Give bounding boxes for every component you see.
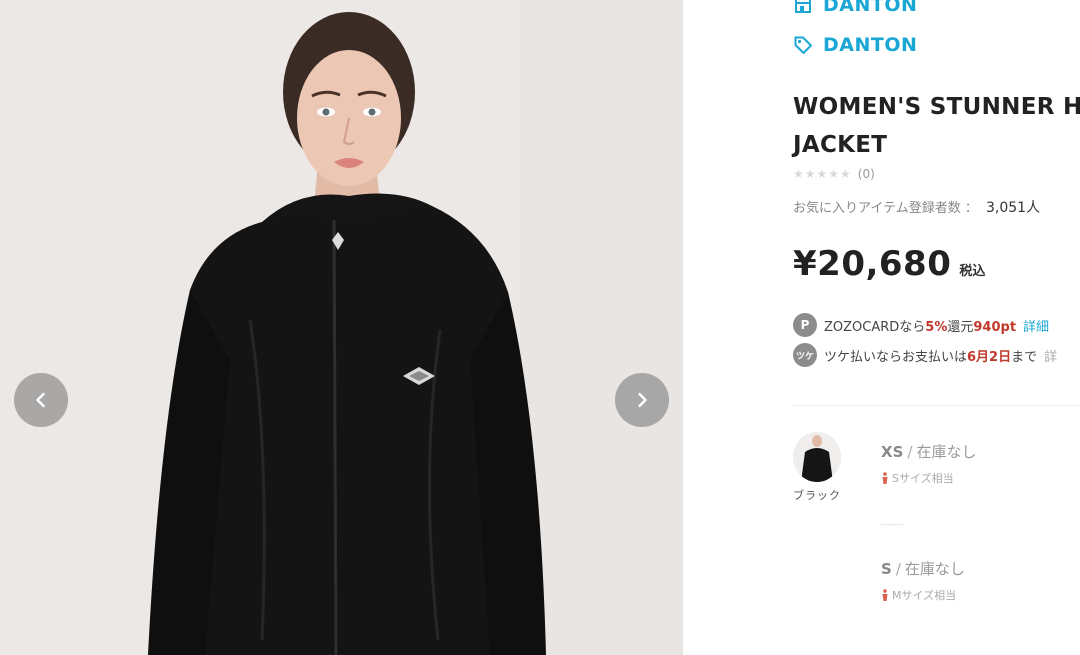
zozocard-promo: P ZOZOCARDなら5%還元940pt 詳細 xyxy=(793,313,1049,337)
tsuke-pay-icon: ツケ xyxy=(793,343,817,367)
size-code: XS xyxy=(881,443,904,461)
product-info-panel: DANTON DANTON WOMEN'S STUNNER HOODED JAC… xyxy=(683,0,1080,655)
price-value: ¥20,680 xyxy=(793,244,952,284)
product-title: WOMEN'S STUNNER HOODED JACKET xyxy=(793,88,1080,164)
tsuke-text: ツケ払いならお支払いは6月2日まで xyxy=(824,349,1038,365)
product-photo xyxy=(0,0,683,655)
star-rating-icon: ★★★★★ xyxy=(793,167,852,181)
size-code: S xyxy=(881,560,892,578)
chevron-right-icon xyxy=(638,392,647,408)
size-equivalent: Sサイズ相当 xyxy=(881,470,1080,486)
stock-status: 在庫なし xyxy=(904,560,965,578)
carousel-next-button[interactable] xyxy=(615,373,669,427)
stock-status: 在庫なし xyxy=(916,443,977,461)
favorites-label: お気に入りアイテム登録者数 ： xyxy=(793,201,978,216)
shop-name[interactable]: DANTON xyxy=(823,0,917,16)
review-count[interactable]: (0) xyxy=(858,167,875,181)
size-option-s[interactable]: S / 在庫なし Mサイズ相当 xyxy=(881,558,1080,603)
review-rating[interactable]: ★★★★★ (0) xyxy=(793,167,875,181)
color-name: ブラック xyxy=(793,489,841,502)
shop-link[interactable]: DANTON xyxy=(793,0,917,16)
brand-name[interactable]: DANTON xyxy=(823,34,917,56)
tag-icon xyxy=(794,36,812,54)
product-title-line1: WOMEN'S STUNNER HOODED xyxy=(793,94,1080,120)
carousel-prev-button[interactable] xyxy=(14,373,68,427)
price: ¥20,680 税込 xyxy=(793,244,985,284)
jacket-thumbnail xyxy=(793,432,841,482)
size-equivalent: Mサイズ相当 xyxy=(881,587,1080,603)
shop-icon xyxy=(795,0,811,13)
size-option-xs[interactable]: XS / 在庫なし Sサイズ相当 xyxy=(881,441,1080,486)
tsuke-more-link[interactable]: 詳 xyxy=(1044,346,1057,365)
zozocard-text: ZOZOCARDなら5%還元940pt xyxy=(824,319,1017,335)
favorites-value: 3,051人 xyxy=(985,200,1041,216)
product-title-line2: JACKET xyxy=(793,132,888,158)
zozocard-details-link[interactable]: 詳細 xyxy=(1023,316,1049,335)
section-divider xyxy=(793,405,1080,406)
points-icon: P xyxy=(793,313,817,337)
tsuke-promo: ツケ ツケ払いならお支払いは6月2日まで 詳 xyxy=(793,343,1057,367)
tax-label: 税込 xyxy=(959,264,986,279)
size-line: S / 在庫なし xyxy=(881,560,965,578)
size-line: XS / 在庫なし xyxy=(881,443,977,461)
favorites-count: お気に入りアイテム登録者数 ： 3,051人 xyxy=(793,197,1040,217)
chevron-left-icon xyxy=(36,392,45,408)
brand-link[interactable]: DANTON xyxy=(793,34,917,56)
person-icon xyxy=(882,472,888,484)
person-icon xyxy=(882,589,888,601)
color-swatch-thumbnail[interactable] xyxy=(793,432,841,482)
size-divider xyxy=(881,524,903,525)
product-image-gallery xyxy=(0,0,683,655)
